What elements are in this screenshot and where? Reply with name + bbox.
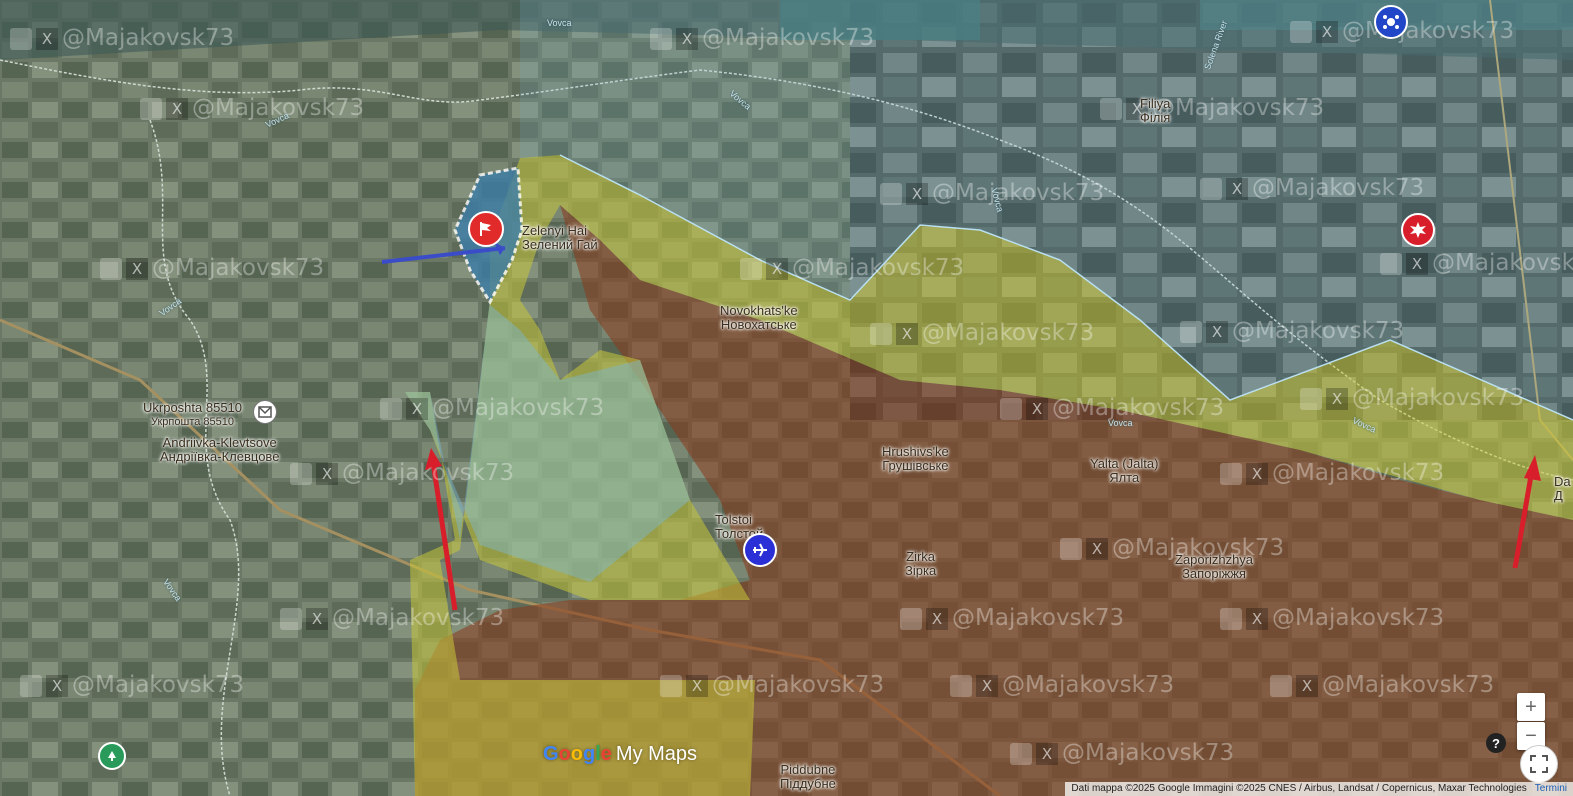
place-label-zaporizhzhya: Zaporizhzhya Запоріжжя [1175,552,1254,581]
flag-marker-icon[interactable] [468,211,504,247]
park-marker-icon[interactable] [98,742,126,770]
post-office-icon[interactable] [253,400,277,424]
place-label-filiya: Filiya Філія [1140,96,1171,125]
google-my-maps-logo: Google My Maps [543,743,698,765]
place-label-novokhatske: Novokhats'ke Новохатське [720,303,798,332]
satellite-base [0,0,1573,796]
attribution-text: Dati mappa ©2025 Google Immagini ©2025 C… [1071,783,1527,794]
fullscreen-button[interactable] [1520,745,1558,783]
explosion-marker-icon[interactable] [1401,213,1435,247]
river-label: Vovca [547,18,572,28]
place-label-yalta: Yalta (Jalta) Ялта [1090,456,1159,485]
river-label: Vovca [1108,418,1133,428]
help-button[interactable]: ? [1486,733,1506,753]
place-label-ukrposhta: Ukrposhta 85510 Укрпошта 85510 [143,400,243,429]
drone-marker-icon[interactable] [1374,5,1408,39]
place-label-andriivka: Andriivka-Klevtsove Андріївка-Клевцове [160,435,280,464]
map-attribution: Dati mappa ©2025 Google Immagini ©2025 C… [1065,782,1573,796]
place-label-hrushivske: Hrushivs'ke Грушівське [882,444,949,473]
aircraft-marker-icon[interactable] [743,533,777,567]
place-label-edge: Da Д [1554,474,1571,503]
place-label-zelenyi-hai: Zelenyi Hai Зелений Гай [522,223,598,252]
place-label-piddubne: Piddubne Піддубне [780,762,836,791]
terms-link[interactable]: Termini [1535,783,1567,794]
place-label-zirka: Zirka Зірка [905,549,937,578]
zoom-in-button[interactable]: + [1517,693,1545,721]
map-view[interactable]: X @Majakovsk73 X @Majakovsk73 X @Majakovsk7… [0,0,1573,796]
